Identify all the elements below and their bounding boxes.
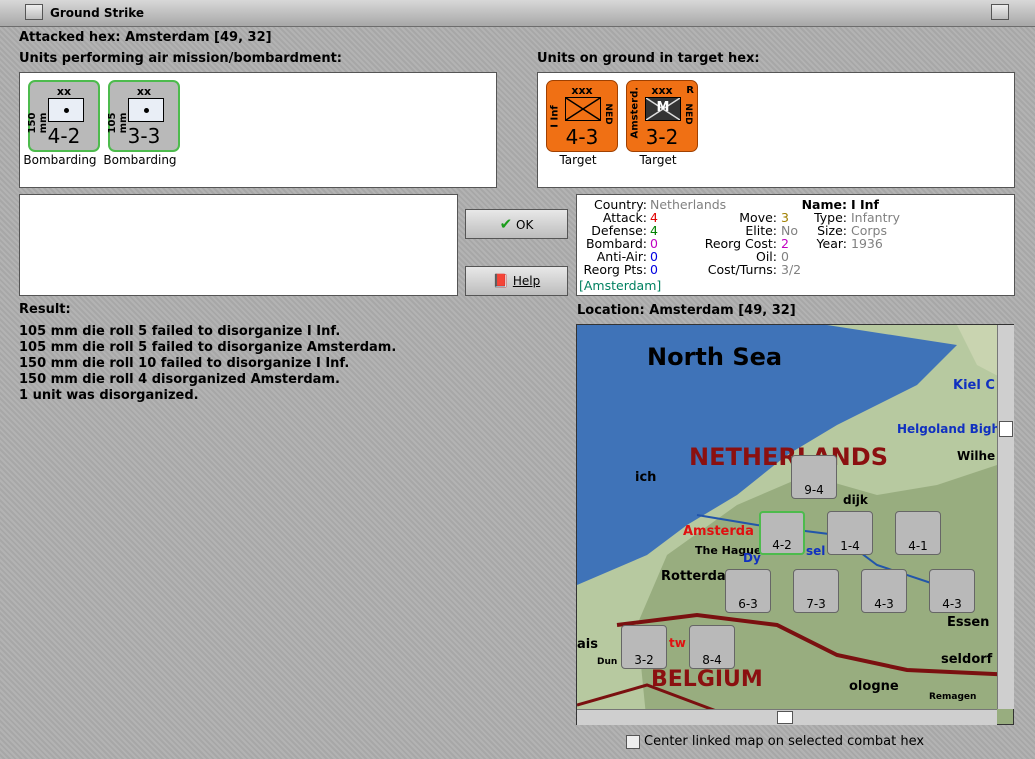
map-label-city: ich	[635, 470, 657, 485]
ground-unit-status: Target	[559, 153, 597, 167]
map-unit-counter[interactable]: 7-3	[793, 569, 839, 613]
map-label-city: Wilhe	[957, 449, 996, 463]
artillery-symbol-icon	[128, 98, 164, 122]
result-line: 1 unit was disorganized.	[19, 388, 199, 403]
map-horizontal-scrollbar[interactable]	[577, 709, 997, 725]
map-label-city: Dun	[597, 657, 618, 667]
help-label: Help	[512, 274, 541, 288]
ground-units-label: Units on ground in target hex:	[537, 51, 760, 66]
unit-type-letter: M	[656, 100, 670, 115]
unit-strength: 3-2	[645, 125, 679, 149]
resize-window-button[interactable]	[991, 4, 1009, 20]
attacked-hex-label: Attacked hex: Amsterdam [49, 32]	[19, 30, 272, 45]
infantry-symbol-icon	[565, 97, 601, 121]
window-title: Ground Strike	[50, 6, 145, 20]
map-label-city: Essen	[947, 615, 990, 630]
air-unit-105mm[interactable]: xx 105 mm 3-3	[107, 80, 180, 152]
info-location: [Amsterdam]	[579, 278, 662, 293]
title-bar: Ground Strike	[0, 0, 1035, 27]
map-label-city: ais	[577, 637, 598, 652]
artillery-symbol-icon	[48, 98, 84, 122]
horizontal-scroll-thumb[interactable]	[777, 711, 793, 724]
result-line: 150 mm die roll 4 disorganized Amsterdam…	[19, 372, 340, 387]
air-units-label: Units performing air mission/bombardment…	[19, 51, 343, 66]
ground-unit-i-inf[interactable]: xxx I Inf NED 4-3	[546, 80, 618, 152]
map-vertical-scrollbar[interactable]	[997, 325, 1014, 709]
info-labels-col3: Name: Type: Size: Year:	[801, 197, 847, 251]
map-label-city: sel	[806, 544, 826, 558]
map-label-country: NETHERLANDS	[689, 443, 888, 471]
help-button[interactable]: 📕 Help	[465, 266, 568, 296]
map-unit-counter[interactable]: 3-2	[621, 625, 667, 669]
map-label-sea: North Sea	[647, 343, 783, 371]
ground-unit-status: Target	[639, 153, 677, 167]
mountain-infantry-symbol-icon: M	[645, 97, 681, 121]
map-unit-counter-selected[interactable]: 4-2	[759, 511, 805, 555]
map-unit-counter[interactable]: 4-3	[929, 569, 975, 613]
location-label: Location: Amsterdam [49, 32]	[577, 303, 796, 318]
unit-strength: 3-3	[127, 124, 161, 148]
map-label-city: seldorf	[941, 652, 993, 667]
info-values-col3: I Inf Infantry Corps 1936	[851, 197, 901, 251]
unit-strength: 4-2	[47, 124, 81, 148]
air-unit-150mm[interactable]: xx 150 mm 4-2	[27, 80, 100, 152]
unit-size: xx	[136, 85, 152, 98]
unit-strength: 4-3	[565, 125, 599, 149]
result-line: 150 mm die roll 10 failed to disorganize…	[19, 356, 350, 371]
vertical-scroll-thumb[interactable]	[999, 421, 1013, 437]
center-map-label: Center linked map on selected combat hex	[644, 734, 925, 749]
info-labels-col1: Country: Attack: Defense: Bombard: Anti-Air…	[583, 197, 647, 277]
map-label-water: Helgoland Bight	[897, 422, 1006, 436]
close-window-button[interactable]	[25, 4, 43, 20]
map-label-city: Kiel C	[953, 378, 995, 393]
unit-reserve-flag: R	[686, 85, 694, 96]
map-label-city: dijk	[843, 493, 868, 507]
ok-button[interactable]: ✔ OK	[465, 209, 568, 239]
unit-size: xx	[56, 85, 72, 98]
unit-info-panel: Country: Attack: Defense: Bombard: Anti-Air…	[576, 194, 1015, 296]
linked-map[interactable]: North Sea NETHERLANDS BELGIUM Kiel C Hel…	[576, 324, 1014, 725]
map-label-city: ologne	[849, 679, 899, 694]
map-unit-counter[interactable]: 8-4	[689, 625, 735, 669]
map-label-city: Amsterda	[683, 524, 754, 539]
air-units-panel: xx 150 mm 4-2 Bombarding xx 105 mm 3-3 B…	[19, 72, 497, 188]
result-list: 105 mm die roll 5 failed to disorganize …	[19, 324, 396, 404]
result-label: Result:	[19, 302, 71, 317]
map-label-country: BELGIUM	[651, 667, 763, 692]
map-label-city: Dy	[743, 551, 761, 565]
air-unit-status: Bombarding	[103, 153, 177, 167]
center-map-checkbox[interactable]	[626, 735, 640, 749]
result-line: 105 mm die roll 5 failed to disorganize …	[19, 340, 397, 355]
info-labels-col2: Move: Elite: Reorg Cost: Oil: Cost/Turns:	[704, 210, 777, 277]
map-label-city: Remagen	[929, 692, 977, 702]
book-icon: 📕	[492, 274, 509, 289]
map-unit-counter[interactable]: 1-4	[827, 511, 873, 555]
message-panel	[19, 194, 458, 296]
ground-units-panel: xxx I Inf NED 4-3 Target xxx Amsterd. NE…	[537, 72, 1015, 188]
air-unit-status: Bombarding	[23, 153, 97, 167]
map-label-city: Rotterda	[661, 569, 726, 584]
map-unit-counter[interactable]: 9-4	[791, 455, 837, 499]
checkmark-icon: ✔	[499, 215, 513, 233]
map-unit-counter[interactable]: 4-1	[895, 511, 941, 555]
map-unit-counter[interactable]: 4-3	[861, 569, 907, 613]
ground-strike-window: Ground Strike Attacked hex: Amsterdam [4…	[0, 0, 1035, 759]
ground-unit-amsterdam[interactable]: xxx Amsterd. NED R M 3-2	[626, 80, 698, 152]
result-line: 105 mm die roll 5 failed to disorganize …	[19, 324, 341, 339]
map-unit-counter[interactable]: 6-3	[725, 569, 771, 613]
map-label-city: tw	[669, 636, 686, 650]
ok-label: OK	[516, 218, 534, 232]
